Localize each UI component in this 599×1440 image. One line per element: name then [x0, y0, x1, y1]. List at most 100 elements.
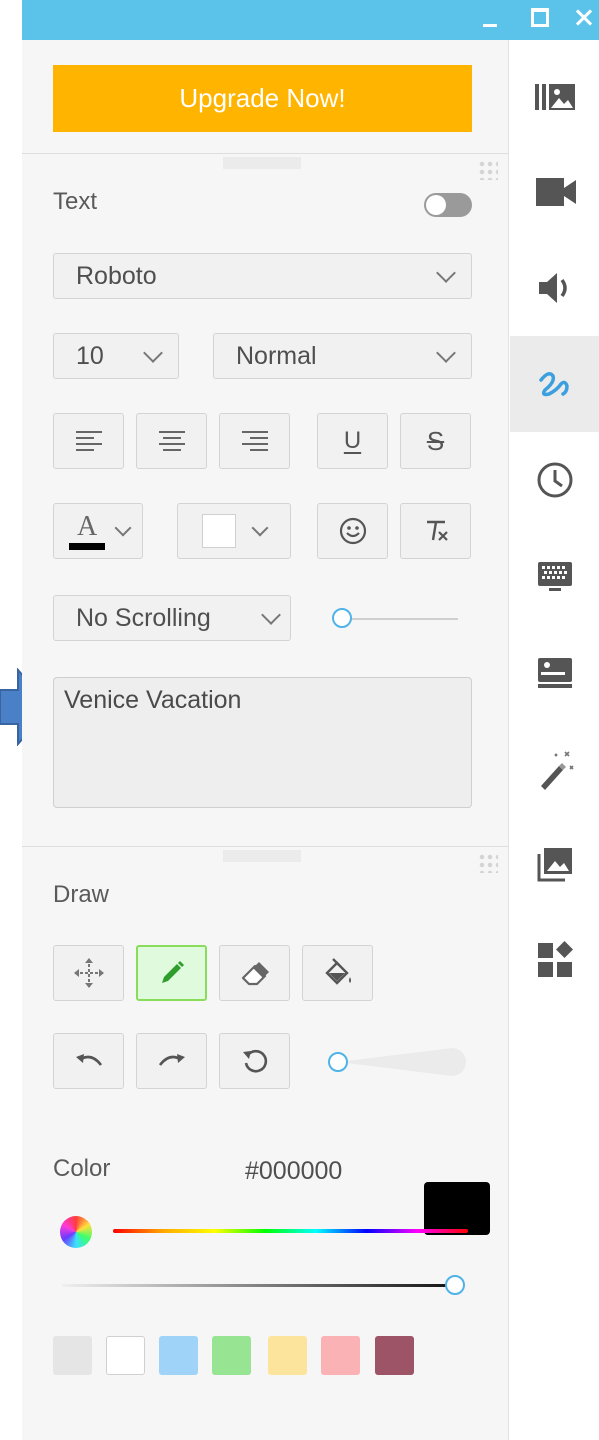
underline-button[interactable]: U — [317, 413, 388, 469]
properties-panel: Upgrade Now! Text Roboto 10 Normal U S A… — [22, 40, 509, 1440]
chevron-down-icon — [436, 263, 456, 283]
background-color-icon — [202, 514, 236, 548]
right-sidebar — [510, 40, 599, 1440]
close-icon[interactable] — [562, 0, 596, 36]
swatch-green[interactable] — [212, 1336, 251, 1375]
scroll-mode-value: No Scrolling — [76, 603, 211, 632]
chevron-down-icon — [261, 605, 281, 625]
maximize-icon[interactable] — [522, 0, 556, 36]
current-color-preview[interactable] — [424, 1182, 490, 1235]
redo-button[interactable] — [136, 1033, 207, 1089]
move-icon — [73, 958, 104, 988]
sidebar-item-audio[interactable] — [510, 240, 599, 336]
emoji-button[interactable] — [317, 503, 388, 559]
magic-wand-icon — [540, 751, 574, 790]
grip-icon[interactable] — [478, 853, 498, 873]
chevron-down-icon — [114, 519, 132, 537]
swatch-blue[interactable] — [159, 1336, 198, 1375]
redo-icon — [158, 1054, 185, 1066]
clock-icon — [537, 462, 572, 498]
font-size-select[interactable]: 10 — [53, 333, 179, 379]
reset-button[interactable] — [219, 1033, 290, 1089]
eraser-tool-button[interactable] — [219, 945, 290, 1001]
font-weight-select[interactable]: Normal — [213, 333, 472, 379]
sidebar-item-draw[interactable] — [510, 336, 599, 432]
undo-icon — [75, 1054, 102, 1066]
font-size-value: 10 — [76, 341, 104, 370]
scroll-speed-knob[interactable] — [332, 608, 352, 628]
sidebar-item-effects[interactable] — [510, 720, 599, 816]
font-color-button[interactable]: A — [53, 503, 143, 559]
pencil-tool-button[interactable] — [136, 945, 207, 1001]
font-color-glyph: A — [77, 511, 98, 542]
chevron-down-icon — [143, 343, 163, 363]
background-color-button[interactable] — [177, 503, 291, 559]
window-titlebar — [22, 0, 599, 40]
font-family-value: Roboto — [76, 261, 157, 290]
font-family-select[interactable]: Roboto — [53, 253, 472, 299]
brush-size-slider[interactable] — [328, 1046, 468, 1078]
section-divider — [22, 153, 509, 154]
align-right-button[interactable] — [219, 413, 290, 469]
sidebar-item-presentation[interactable] — [510, 624, 599, 720]
emoji-icon — [339, 517, 366, 545]
minimize-icon[interactable] — [472, 0, 506, 36]
swatch-yellow[interactable] — [268, 1336, 307, 1375]
sidebar-item-layout[interactable] — [510, 48, 599, 144]
section-divider — [22, 846, 509, 847]
chevron-down-icon — [251, 519, 269, 537]
color-wheel-icon[interactable] — [60, 1216, 92, 1248]
drag-handle[interactable] — [223, 157, 301, 169]
sidebar-item-clock[interactable] — [510, 432, 599, 528]
keyboard-display-icon — [537, 562, 572, 591]
drag-handle[interactable] — [223, 850, 301, 862]
strikethrough-button[interactable]: S — [400, 413, 471, 469]
swatch-pink[interactable] — [321, 1336, 360, 1375]
draw-section-title: Draw — [53, 881, 110, 908]
video-icon — [535, 178, 576, 206]
draw-icon — [538, 372, 569, 397]
clear-format-icon — [426, 520, 448, 541]
chevron-down-icon — [436, 343, 456, 363]
hue-slider[interactable] — [113, 1229, 468, 1233]
gallery-icon — [537, 848, 572, 882]
color-label: Color — [53, 1155, 111, 1182]
scroll-speed-track[interactable] — [340, 618, 458, 620]
align-left-button[interactable] — [53, 413, 124, 469]
sidebar-item-gallery[interactable] — [510, 816, 599, 912]
upgrade-now-button[interactable]: Upgrade Now! — [53, 65, 472, 132]
eraser-icon — [241, 962, 269, 986]
align-center-icon — [158, 428, 185, 454]
move-tool-button[interactable] — [53, 945, 124, 1001]
opacity-slider[interactable] — [62, 1284, 457, 1287]
text-section-title: Text — [53, 188, 98, 215]
undo-button[interactable] — [53, 1033, 124, 1089]
apps-icon — [537, 941, 573, 977]
sidebar-item-apps[interactable] — [510, 912, 599, 1008]
audio-icon — [538, 273, 567, 303]
pencil-icon — [161, 961, 184, 983]
font-weight-value: Normal — [236, 341, 317, 370]
sidebar-item-keyboard-display[interactable] — [510, 528, 599, 624]
sidebar-item-video[interactable] — [510, 144, 599, 240]
font-color-icon: A — [67, 511, 107, 551]
layout-icon — [534, 84, 575, 110]
text-content-input[interactable]: Venice Vacation — [53, 677, 472, 808]
scroll-mode-select[interactable]: No Scrolling — [53, 595, 291, 641]
swatch-white[interactable] — [106, 1336, 145, 1375]
strikethrough-icon: S — [426, 425, 445, 456]
opacity-knob[interactable] — [445, 1275, 465, 1295]
text-toggle[interactable] — [424, 193, 472, 217]
swatch-gray[interactable] — [53, 1336, 92, 1375]
align-center-button[interactable] — [136, 413, 207, 469]
grip-icon[interactable] — [478, 160, 498, 180]
clear-format-button[interactable] — [400, 503, 471, 559]
color-hex-value[interactable]: #000000 — [245, 1157, 342, 1186]
align-right-icon — [241, 428, 268, 454]
fill-tool-button[interactable] — [302, 945, 373, 1001]
reset-icon — [242, 1049, 267, 1073]
swatch-maroon[interactable] — [375, 1336, 414, 1375]
fill-bucket-icon — [324, 958, 351, 985]
underline-icon: U — [343, 427, 362, 454]
presentation-icon — [537, 658, 572, 688]
